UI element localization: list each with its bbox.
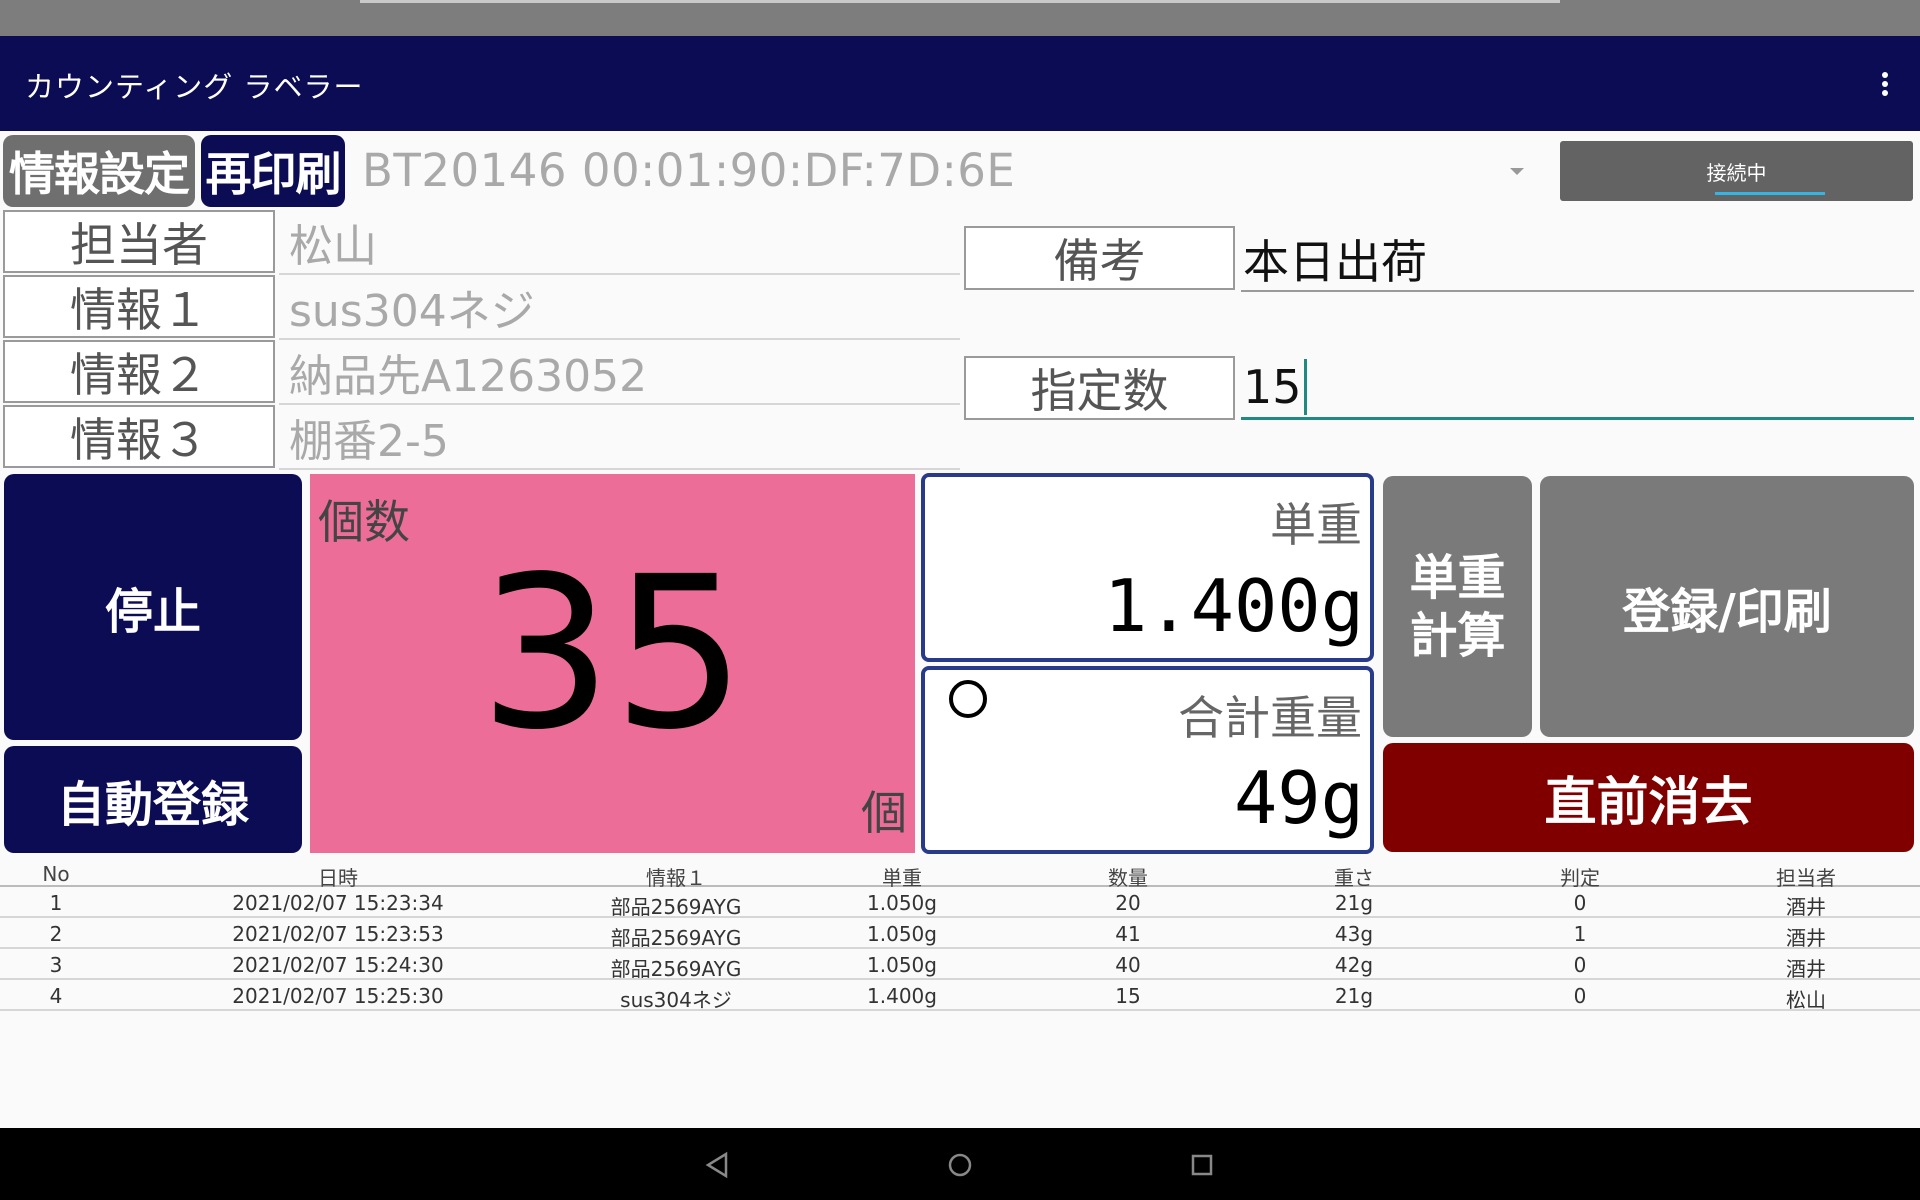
reprint-button[interactable]: 再印刷 (201, 135, 345, 207)
count-panel: 個数 35 個 (310, 474, 915, 853)
table-cell: 酒井 (1786, 926, 1826, 950)
target-count-field[interactable]: 15 (1241, 356, 1914, 420)
col-header: No (42, 862, 70, 886)
info-label: 情報３ (3, 405, 275, 468)
undo-last-button[interactable]: 直前消去 (1383, 743, 1914, 852)
table-cell: 部品2569AYG (610, 926, 742, 950)
status-bar-handle (360, 0, 1560, 3)
table-cell: 1.400g (867, 984, 937, 1008)
info-row-1: 情報１ sus304ネジ (3, 275, 960, 340)
status-bar (0, 0, 1920, 36)
total-weight-value: 49g (1233, 756, 1364, 840)
table-cell: 20 (1115, 891, 1141, 915)
table-cell: 43g (1334, 922, 1374, 946)
table-cell: 21g (1334, 891, 1374, 915)
unit-weight-heading: 単重 (1270, 498, 1362, 552)
table-row[interactable]: 1 2021/02/07 15:23:34 部品2569AYG 1.050g 2… (0, 887, 1920, 919)
table-row[interactable]: 2 2021/02/07 15:23:53 部品2569AYG 1.050g 4… (0, 918, 1920, 950)
info-label: 情報２ (3, 340, 275, 403)
unit-weight-value: 1.400g (1103, 564, 1364, 648)
table-cell: 15 (1115, 984, 1141, 1008)
info-label: 担当者 (3, 210, 275, 273)
table-cell: 42g (1334, 953, 1374, 977)
count-value: 35 (478, 531, 747, 776)
info-row-3: 情報３ 棚番2-5 (3, 405, 960, 470)
info-row-2: 情報２ 納品先A1263052 (3, 340, 960, 405)
table-cell: 4 (49, 984, 63, 1008)
connection-status-label: 接続中 (1706, 160, 1767, 185)
info-settings-button[interactable]: 情報設定 (3, 135, 195, 207)
stable-circle-icon (949, 680, 987, 718)
info-label: 情報１ (3, 275, 275, 338)
table-cell: 0 (1573, 953, 1587, 977)
auto-register-button[interactable]: 自動登録 (4, 746, 302, 853)
table-cell: 2 (49, 922, 63, 946)
remarks-label: 備考 (964, 226, 1235, 290)
text-cursor (1303, 358, 1307, 415)
more-vert-icon[interactable] (1872, 66, 1898, 102)
table-cell: 41 (1115, 922, 1141, 946)
connection-indicator (1715, 192, 1825, 195)
table-cell: 2021/02/07 15:23:53 (232, 922, 444, 946)
table-cell: 1.050g (867, 891, 937, 915)
table-cell: 1 (49, 891, 63, 915)
back-icon[interactable] (702, 1150, 734, 1180)
info2-field[interactable]: 納品先A1263052 (279, 340, 960, 405)
total-weight-box: 合計重量 49g (921, 666, 1374, 854)
info1-field[interactable]: sus304ネジ (279, 275, 960, 340)
unit-weight-calc-label: 単重 計算 (1409, 549, 1506, 664)
table-cell: 1.050g (867, 953, 937, 977)
records-header: No 日時 情報１ 単重 数量 重さ 判定 担当者 (0, 858, 1920, 890)
home-icon[interactable] (944, 1150, 976, 1180)
recents-icon[interactable] (1186, 1150, 1218, 1180)
target-count-label: 指定数 (964, 356, 1235, 420)
app-bar: カウンティング ラベラー (0, 36, 1920, 131)
table-cell: 1.050g (867, 922, 937, 946)
app-title: カウンティング ラベラー (25, 70, 364, 104)
info-row-operator: 担当者 松山 (3, 210, 960, 275)
device-select[interactable]: BT20146 00:01:90:DF:7D:6E (362, 144, 1015, 197)
info-table: 担当者 松山 情報１ sus304ネジ 情報２ 納品先A1263052 情報３ … (3, 210, 960, 470)
table-cell: 松山 (1786, 988, 1826, 1012)
navigation-bar (0, 1128, 1920, 1200)
table-cell: 部品2569AYG (610, 957, 742, 981)
operator-field[interactable]: 松山 (279, 210, 960, 275)
table-row[interactable]: 3 2021/02/07 15:24:30 部品2569AYG 1.050g 4… (0, 949, 1920, 981)
total-weight-heading: 合計重量 (1178, 691, 1362, 745)
table-cell: 3 (49, 953, 63, 977)
table-cell: 2021/02/07 15:24:30 (232, 953, 444, 977)
table-cell: 0 (1573, 891, 1587, 915)
unit-weight-calc-button[interactable]: 単重 計算 (1383, 476, 1532, 737)
dropdown-caret-icon[interactable] (1510, 168, 1524, 175)
info3-field[interactable]: 棚番2-5 (279, 405, 960, 470)
connection-status-button[interactable]: 接続中 (1560, 141, 1913, 201)
table-cell: 酒井 (1786, 895, 1826, 919)
unit-weight-box: 単重 1.400g (921, 473, 1374, 662)
remarks-field[interactable]: 本日出荷 (1241, 228, 1914, 292)
table-cell: 2021/02/07 15:23:34 (232, 891, 444, 915)
table-cell: 40 (1115, 953, 1141, 977)
register-print-button[interactable]: 登録/印刷 (1540, 476, 1914, 737)
count-unit: 個 (861, 786, 907, 840)
table-cell: 2021/02/07 15:25:30 (232, 984, 444, 1008)
table-cell: 0 (1573, 984, 1587, 1008)
table-cell: 酒井 (1786, 957, 1826, 981)
table-cell: sus304ネジ (620, 988, 732, 1012)
table-cell: 21g (1334, 984, 1374, 1008)
table-cell: 1 (1573, 922, 1587, 946)
stop-button[interactable]: 停止 (4, 474, 302, 740)
table-row[interactable]: 4 2021/02/07 15:25:30 sus304ネジ 1.400g 15… (0, 980, 1920, 1012)
table-cell: 部品2569AYG (610, 895, 742, 919)
target-count-value: 15 (1243, 359, 1302, 414)
records-table: No 日時 情報１ 単重 数量 重さ 判定 担当者 1 2021/02/07 1… (0, 858, 1920, 1012)
